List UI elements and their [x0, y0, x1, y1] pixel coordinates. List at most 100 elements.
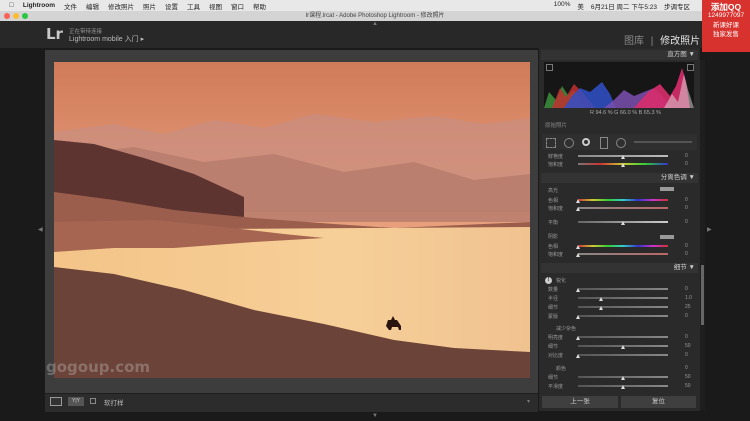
slider-value[interactable]: 50 [685, 383, 691, 389]
reset-button[interactable]: 复位 [621, 396, 696, 408]
promo-line-1: 添加QQ [710, 2, 742, 12]
photo-preview[interactable] [54, 62, 530, 378]
adjustment-brush-slider[interactable] [634, 141, 692, 143]
input-method[interactable]: 美 [577, 1, 584, 11]
warning-icon[interactable]: ! [545, 277, 552, 284]
promo-line-2: 1249977097 [707, 11, 745, 19]
slider-thumb[interactable] [576, 199, 580, 203]
slider-value[interactable]: 0 [685, 313, 688, 319]
slider-thumb[interactable] [576, 253, 580, 257]
bottom-panel-toggle-icon[interactable]: ▼ [372, 413, 378, 419]
slider-thumb[interactable] [576, 336, 580, 340]
right-panel-toggle-icon[interactable]: ▶ [707, 226, 712, 233]
histogram-header[interactable]: 直方图 ▼ [541, 50, 698, 60]
slider-thumb[interactable] [598, 297, 603, 301]
slider-label: 细节 [548, 375, 559, 381]
soft-proof-checkbox[interactable] [90, 398, 96, 404]
zoom-window-button[interactable] [22, 13, 28, 19]
menu-develop[interactable]: 修改照片 [108, 1, 134, 11]
panel-scrollbar[interactable] [700, 60, 705, 410]
menu-lightroom[interactable]: Lightroom [23, 2, 55, 9]
graduated-filter-icon[interactable] [600, 137, 608, 149]
menu-edit[interactable]: 编辑 [86, 1, 99, 11]
menu-view[interactable]: 视图 [209, 1, 222, 11]
module-develop[interactable]: 修改照片 [660, 36, 700, 47]
slider-label: 色相 [548, 244, 559, 250]
slider-track[interactable] [578, 306, 668, 308]
slider-value[interactable]: 0 [685, 197, 688, 203]
slider-thumb[interactable] [576, 354, 580, 358]
slider-track[interactable] [578, 245, 668, 247]
slider-value[interactable]: 0 [685, 334, 688, 340]
shadow-clipping-icon[interactable] [546, 64, 553, 71]
split-toning-header[interactable]: 分离色调 ▼ [541, 173, 698, 183]
slider-track[interactable] [578, 288, 668, 290]
shadows-color-swatch[interactable] [660, 235, 674, 239]
battery-status[interactable]: 100% [554, 1, 571, 11]
highlights-color-swatch[interactable] [660, 187, 674, 191]
slider-value[interactable]: 1.0 [685, 295, 692, 301]
slider-thumb[interactable] [621, 385, 625, 389]
slider-value[interactable]: 0 [685, 286, 688, 292]
slider-track[interactable] [578, 297, 668, 299]
highlight-clipping-icon[interactable] [687, 64, 694, 71]
loupe-view-icon[interactable] [50, 397, 62, 406]
slider-value[interactable]: 50 [685, 343, 691, 349]
slider-value[interactable]: 50 [685, 374, 691, 380]
slider-track[interactable] [578, 354, 668, 356]
minimize-window-button[interactable] [13, 13, 19, 19]
slider-track[interactable] [578, 199, 668, 201]
balance-thumb[interactable] [621, 221, 625, 225]
top-panel-toggle-icon[interactable]: ▲ [372, 21, 378, 27]
menu-settings[interactable]: 设置 [165, 1, 178, 11]
slider-thumb[interactable] [621, 345, 625, 349]
menu-tools[interactable]: 工具 [187, 1, 200, 11]
histogram[interactable] [544, 62, 694, 108]
color-noise-value[interactable]: 0 [685, 365, 688, 371]
menu-file[interactable]: 文件 [64, 1, 77, 11]
toolbar-menu-icon[interactable]: ▾ [527, 398, 530, 405]
menu-help[interactable]: 帮助 [253, 1, 266, 11]
module-library[interactable]: 图库 [624, 36, 644, 47]
slider-thumb[interactable] [576, 288, 580, 292]
slider-thumb[interactable] [576, 315, 580, 319]
slider-thumb[interactable] [576, 245, 580, 249]
user-name[interactable]: 步调专区 [664, 1, 690, 11]
slider-value[interactable]: 25 [685, 304, 691, 310]
slider-value[interactable]: 0 [685, 153, 688, 159]
slider-value[interactable]: 0 [685, 352, 688, 358]
mobile-sync-title[interactable]: Lightroom mobile 入门 ▸ [69, 34, 144, 44]
slider-track[interactable] [578, 207, 668, 209]
slider-value[interactable]: 0 [685, 161, 688, 167]
slider-thumb[interactable] [598, 306, 603, 310]
slider-track[interactable] [578, 253, 668, 255]
slider-thumb[interactable] [576, 207, 580, 211]
slider-value[interactable]: 0 [685, 243, 688, 249]
slider-thumb[interactable] [621, 376, 625, 380]
slider-value[interactable]: 0 [685, 251, 688, 257]
close-window-button[interactable] [4, 13, 10, 19]
crop-tool-icon[interactable] [546, 138, 556, 148]
red-eye-icon[interactable] [582, 138, 590, 146]
panel-scrollbar-thumb[interactable] [701, 265, 704, 325]
noise-reduction-label: 减少杂色 [556, 326, 577, 332]
before-after-button[interactable]: Y|Y [68, 397, 84, 406]
slider-value[interactable]: 0 [685, 205, 688, 211]
slider-label: 饱和度 [548, 162, 564, 168]
detail-header[interactable]: 细节 ▼ [541, 263, 698, 273]
radial-filter-icon[interactable] [616, 138, 626, 148]
slider-label: 半径 [548, 296, 559, 302]
menu-window[interactable]: 窗口 [231, 1, 244, 11]
clock[interactable]: 6月21日 周二 下午5:23 [591, 1, 657, 11]
apple-icon[interactable]:  [9, 2, 14, 9]
module-picker: 图库 | 修改照片 [624, 32, 700, 47]
balance-value[interactable]: 0 [685, 219, 688, 225]
spot-removal-icon[interactable] [564, 138, 574, 148]
menu-photo[interactable]: 照片 [143, 1, 156, 11]
previous-button[interactable]: 上一张 [542, 396, 618, 408]
slider-thumb[interactable] [621, 163, 625, 167]
slider-track[interactable] [578, 315, 668, 317]
left-panel-toggle-icon[interactable]: ◀ [38, 226, 43, 233]
slider-track[interactable] [578, 336, 668, 338]
slider-thumb[interactable] [621, 155, 625, 159]
